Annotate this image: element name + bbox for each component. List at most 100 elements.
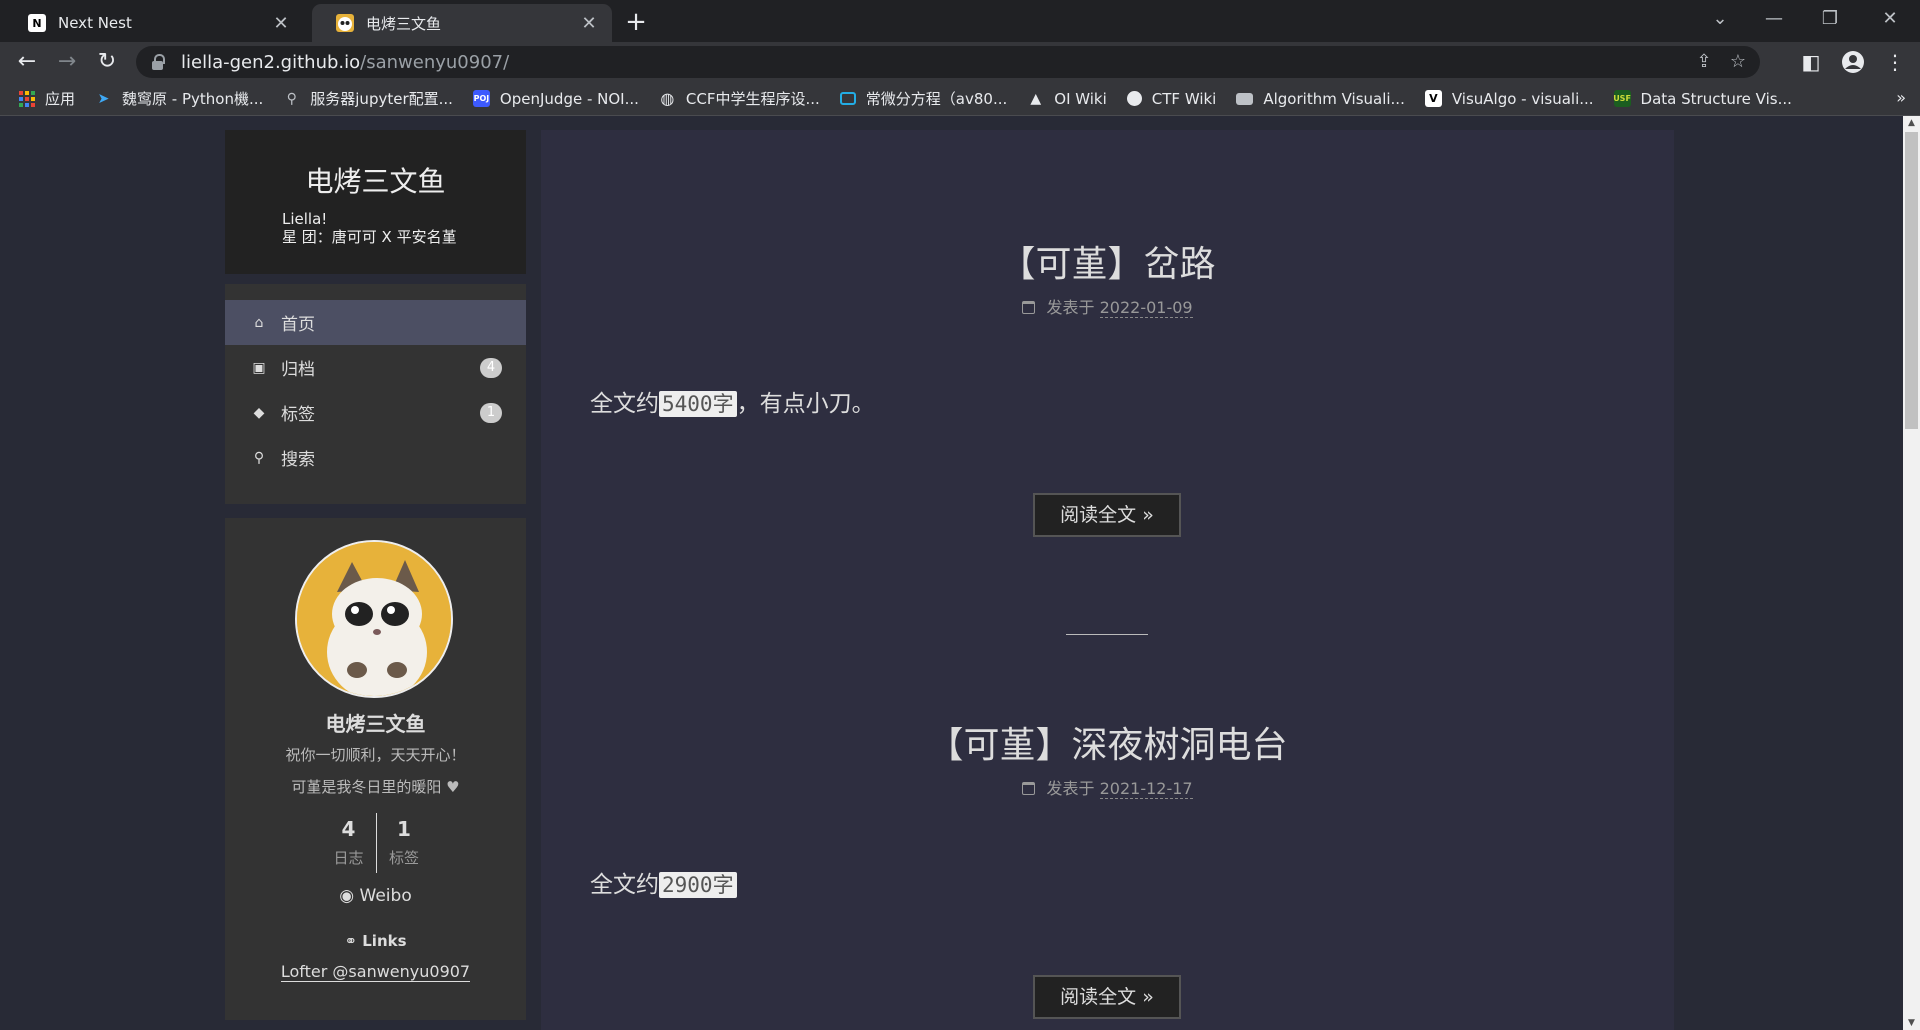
excerpt-prefix: 全文约 [590,391,659,417]
author-description: 祝你一切顺利，天天开心！ [285,746,466,764]
profile-avatar-icon[interactable] [1838,47,1868,77]
bookmark-label: 应用 [45,90,76,108]
link-icon: ⚲ [286,90,297,107]
tab-strip: N Next Nest ✕ 电烤三文鱼 ✕ + ⌄ — ❐ ✕ [0,0,1920,42]
forward-button[interactable]: → [52,47,82,77]
author-name: 电烤三文鱼 [325,712,426,736]
avatar [295,540,453,698]
next-nest-favicon-icon: N [28,14,46,32]
close-tab-icon[interactable]: ✕ [578,13,600,34]
tab-next-nest[interactable]: N Next Nest ✕ [4,4,304,42]
bookmark-label: OI Wiki [1054,89,1107,108]
post-title[interactable]: 【可堇】深夜树洞电台 [541,716,1674,768]
bookmark-star-icon[interactable]: ☆ [1726,50,1750,74]
close-window-icon[interactable]: ✕ [1862,0,1918,38]
menu-item-label: 归档 [281,360,315,380]
home-icon: ⌂ [254,314,264,331]
posts-stat[interactable]: 4 日志 [321,813,376,873]
address-bar[interactable]: liella-gen2.github.io /sanwenyu0907/ ⇪ ☆ [136,46,1760,78]
site-subtitle-line1: Liella! [282,210,328,228]
usf-icon: USF [1613,90,1631,107]
links-heading: ⚭ Links [225,932,526,950]
read-more-button[interactable]: 阅读全文 » [1033,493,1181,537]
calendar-icon [1022,301,1036,314]
weibo-link[interactable]: ◉ Weibo [225,886,526,906]
author-profile: 电烤三文鱼 祝你一切顺利，天天开心！ 可堇是我冬日里的暖阳 ♥ 4 日志 1 标… [225,518,526,1020]
post-meta: 发表于 2021-12-17 [541,775,1674,799]
tab-active-site[interactable]: 电烤三文鱼 ✕ [312,4,612,42]
bookmark-algovis[interactable]: Algorithm Visuali... [1236,90,1405,108]
menu-item-label: 首页 [281,315,315,335]
bookmark-label: CTF Wiki [1151,89,1217,108]
lofter-link[interactable]: Lofter @sanwenyu0907 [225,962,526,982]
close-tab-icon[interactable]: ✕ [270,13,292,34]
archives-count-badge: 4 [480,358,502,378]
bookmarks-bar: 应用 ➤ 魏窎原 - Python機... ⚲ 服务器jupyter配置... … [0,82,1920,116]
bookmark-ccf[interactable]: ◍ CCF中学生程序设... [659,88,820,109]
tags-stat[interactable]: 1 标签 [376,813,431,873]
menu-item-search[interactable]: ⚲ 搜索 [225,435,526,480]
bookmark-visualgo[interactable]: V VisuAlgo - visuali... [1424,90,1594,108]
site-title[interactable]: 电烤三文鱼 [225,160,526,200]
poj-icon: POJ [472,90,490,107]
bookmark-label: CCF中学生程序设... [685,90,820,108]
restore-icon[interactable]: ❐ [1802,0,1858,38]
posts-label: 日志 [333,849,364,867]
bookmark-label: 魏窎原 - Python機... [122,90,264,108]
reload-button[interactable]: ↻ [92,47,122,77]
scroll-up-arrow-icon[interactable]: ▲ [1903,116,1920,130]
bookmark-bilibili[interactable]: 常微分方程（av80... [839,88,1007,109]
apps-grid-icon [18,90,35,107]
bookmark-python[interactable]: ➤ 魏窎原 - Python機... [95,88,264,109]
bookmark-openjudge[interactable]: POJ OpenJudge - NOI... [472,89,639,108]
new-tab-button[interactable]: + [620,6,652,38]
search-icon: ⚲ [253,449,265,466]
site-subtitle: Liella! 星 团：唐可可 X 平安名堇 [282,210,457,246]
page-viewport: 电烤三文鱼 Liella! 星 团：唐可可 X 平安名堇 ⌂ 首页 ▣ 归档 4… [0,116,1920,1030]
tags-count: 1 [397,817,411,841]
bookmark-oiwiki[interactable]: ▲ OI Wiki [1027,89,1107,108]
menu-item-archives[interactable]: ▣ 归档 4 [225,345,526,390]
menu-item-tags[interactable]: ◆ 标签 1 [225,390,526,435]
post-title[interactable]: 【可堇】岔路 [541,235,1674,287]
bookmark-ctfwiki[interactable]: CTF Wiki [1126,89,1217,108]
share-icon[interactable]: ⇪ [1692,50,1716,74]
tab-title: Next Nest [58,14,132,32]
tab-title: 电烤三文鱼 [366,14,442,33]
tab-search-chevron-down-icon[interactable]: ⌄ [1692,0,1748,38]
bookmark-ds-vis[interactable]: USF Data Structure Vis... [1613,89,1792,108]
post-date[interactable]: 2021-12-17 [1099,779,1193,799]
menu-item-home[interactable]: ⌂ 首页 [225,300,526,345]
menu-item-label: 标签 [281,405,315,425]
bookmark-label: Data Structure Vis... [1640,89,1792,108]
post-date[interactable]: 2022-01-09 [1099,298,1193,318]
excerpt-prefix: 全文约 [590,872,659,898]
menu-item-label: 搜索 [281,450,315,470]
minimize-icon[interactable]: — [1746,0,1802,38]
posts-count: 4 [341,817,356,841]
scrollbar-thumb[interactable] [1905,132,1918,429]
url-host: liella-gen2.github.io [181,51,361,73]
more-bookmarks-icon[interactable]: » [1896,88,1906,107]
side-panel-icon[interactable]: ◧ [1796,47,1826,77]
site-menu: ⌂ 首页 ▣ 归档 4 ◆ 标签 1 ⚲ 搜索 [225,284,526,504]
menu-kebab-icon[interactable]: ⋮ [1880,47,1910,77]
bookmark-apps[interactable]: 应用 [18,88,75,109]
links-title: Links [362,932,407,950]
excerpt-suffix: ，有点小刀。 [736,391,875,417]
post-meta: 发表于 2022-01-09 [541,294,1674,318]
page-scrollbar[interactable]: ▲ ▼ [1903,116,1920,1030]
back-button[interactable]: ← [12,47,42,77]
bookmark-jupyter[interactable]: ⚲ 服务器jupyter配置... [283,88,453,109]
site-subtitle-line2: 星 团：唐可可 X 平安名堇 [282,228,457,246]
globe-icon: ◍ [660,89,675,108]
lock-icon[interactable] [152,53,165,70]
site-stats: 4 日志 1 标签 [321,813,431,873]
post-excerpt: 全文约 2900字 [590,865,737,899]
scroll-down-arrow-icon[interactable]: ▼ [1903,1016,1920,1030]
post-meta-prefix: 发表于 [1046,298,1095,317]
bookmark-label: OpenJudge - NOI... [499,89,639,108]
tags-count-badge: 1 [480,403,502,423]
read-more-button[interactable]: 阅读全文 » [1033,975,1181,1019]
window-icon [1236,92,1254,105]
